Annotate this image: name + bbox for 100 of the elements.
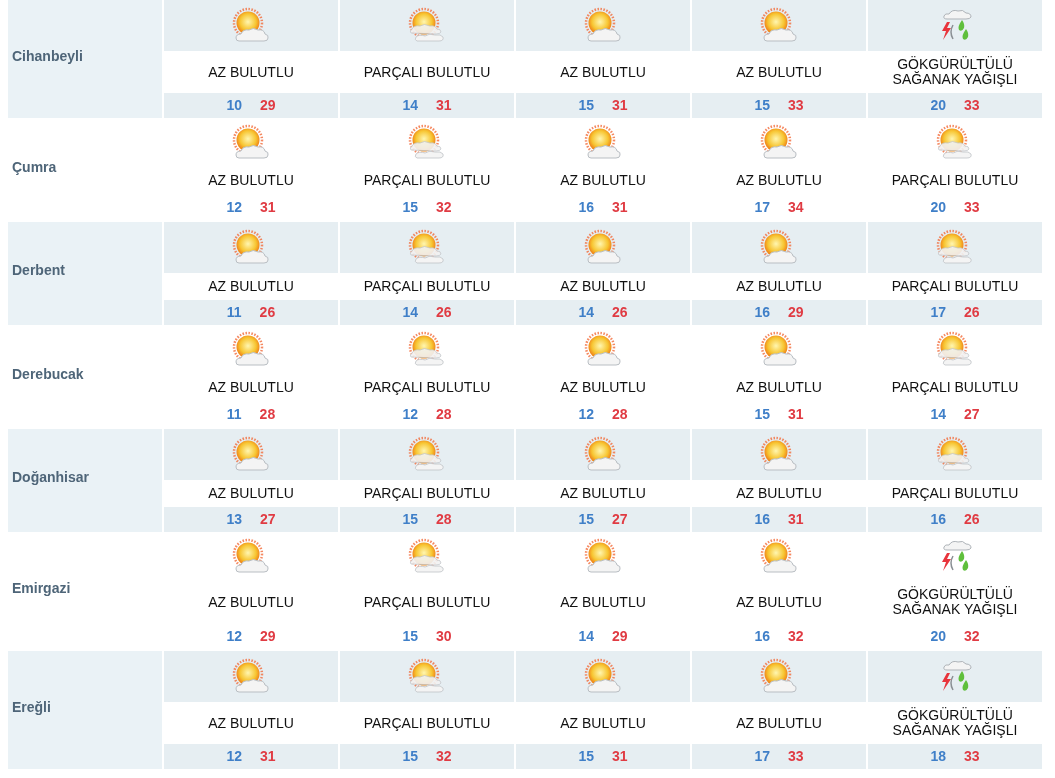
- low-temperature: 15: [402, 747, 418, 766]
- partly-cloudy-icon: [407, 124, 447, 162]
- condition-text: AZ BULUTLU: [208, 279, 294, 294]
- city-name: Cihanbeyli: [12, 46, 83, 66]
- high-temperature: 31: [260, 198, 276, 217]
- low-temperature: 16: [754, 627, 770, 646]
- condition-text: AZ BULUTLU: [208, 380, 294, 395]
- high-temperature: 33: [964, 96, 980, 115]
- low-temperature: 12: [226, 747, 242, 766]
- high-temperature: 33: [964, 198, 980, 217]
- high-temperature: 31: [788, 510, 804, 529]
- low-temperature: 15: [754, 96, 770, 115]
- high-temperature: 34: [788, 198, 804, 217]
- condition-text: AZ BULUTLU: [560, 64, 646, 80]
- low-temperature: 15: [402, 627, 418, 646]
- sun-cloud-icon: [231, 657, 271, 696]
- partly-cloudy-icon: [407, 228, 447, 267]
- condition-text: GÖKGÜRÜLTÜLÜ SAĞANAK YAĞIŞLI: [891, 57, 1019, 87]
- high-temperature: 31: [612, 747, 628, 766]
- condition-text: AZ BULUTLU: [736, 279, 822, 294]
- condition-text: AZ BULUTLU: [560, 715, 646, 731]
- condition-text: PARÇALI BULUTLU: [891, 380, 1019, 395]
- condition-text: PARÇALI BULUTLU: [363, 594, 491, 610]
- low-temperature: 16: [754, 303, 770, 322]
- partly-cloudy-icon: [935, 435, 975, 474]
- sun-cloud-icon: [231, 435, 271, 474]
- sun-cloud-icon: [231, 228, 271, 267]
- low-temperature: 20: [930, 198, 946, 217]
- sun-cloud-icon: [583, 657, 623, 696]
- low-temperature: 17: [754, 198, 770, 217]
- high-temperature: 26: [259, 303, 276, 322]
- low-temperature: 17: [754, 747, 770, 766]
- city-name: Ereğli: [12, 697, 51, 717]
- partly-cloudy-icon: [935, 331, 975, 369]
- high-temperature: 29: [612, 627, 628, 646]
- low-temperature: 17: [930, 303, 946, 322]
- condition-text: AZ BULUTLU: [560, 380, 646, 395]
- condition-text: PARÇALI BULUTLU: [891, 279, 1019, 294]
- condition-text: PARÇALI BULUTLU: [363, 715, 491, 731]
- condition-text: AZ BULUTLU: [736, 594, 822, 610]
- low-temperature: 11: [226, 405, 242, 424]
- condition-text: PARÇALI BULUTLU: [363, 279, 491, 294]
- high-temperature: 28: [612, 405, 628, 424]
- low-temperature: 16: [754, 510, 770, 529]
- condition-text: AZ BULUTLU: [208, 715, 294, 731]
- condition-text: PARÇALI BULUTLU: [891, 486, 1019, 501]
- low-temperature: 15: [578, 747, 594, 766]
- low-temperature: 14: [402, 96, 418, 115]
- city-name: Emirgazi: [12, 579, 71, 598]
- partly-cloudy-icon: [407, 6, 447, 45]
- partly-cloudy-icon: [935, 228, 975, 267]
- condition-text: AZ BULUTLU: [736, 486, 822, 501]
- high-temperature: 27: [964, 405, 980, 424]
- condition-text: PARÇALI BULUTLU: [363, 64, 491, 80]
- high-temperature: 30: [436, 627, 452, 646]
- high-temperature: 32: [964, 627, 980, 646]
- sun-cloud-icon: [583, 538, 623, 576]
- sun-cloud-icon: [759, 331, 799, 369]
- partly-cloudy-icon: [407, 657, 447, 696]
- sun-cloud-icon: [231, 6, 271, 45]
- high-temperature: 29: [260, 96, 276, 115]
- condition-text: GÖKGÜRÜLTÜLÜ SAĞANAK YAĞIŞLI: [891, 708, 1019, 738]
- condition-text: AZ BULUTLU: [560, 173, 646, 188]
- high-temperature: 31: [612, 96, 628, 115]
- condition-text: AZ BULUTLU: [208, 64, 294, 80]
- condition-text: PARÇALI BULUTLU: [363, 380, 491, 395]
- high-temperature: 31: [436, 96, 452, 115]
- high-temperature: 29: [260, 627, 276, 646]
- low-temperature: 14: [578, 627, 594, 646]
- high-temperature: 32: [788, 627, 804, 646]
- low-temperature: 12: [578, 405, 594, 424]
- high-temperature: 31: [260, 747, 276, 766]
- sun-cloud-icon: [583, 435, 623, 474]
- condition-text: AZ BULUTLU: [560, 486, 646, 501]
- low-temperature: 15: [402, 510, 418, 529]
- sun-cloud-icon: [759, 435, 799, 474]
- low-temperature: 14: [578, 303, 594, 322]
- low-temperature: 15: [578, 96, 594, 115]
- high-temperature: 26: [964, 303, 980, 322]
- sun-cloud-icon: [231, 538, 271, 576]
- sun-cloud-icon: [759, 538, 799, 576]
- condition-text: AZ BULUTLU: [208, 486, 294, 501]
- high-temperature: 29: [788, 303, 804, 322]
- high-temperature: 33: [788, 96, 804, 115]
- low-temperature: 13: [226, 510, 242, 529]
- high-temperature: 27: [612, 510, 628, 529]
- low-temperature: 16: [930, 510, 946, 529]
- high-temperature: 31: [612, 198, 628, 217]
- high-temperature: 32: [436, 198, 452, 217]
- sun-cloud-icon: [231, 124, 271, 162]
- low-temperature: 20: [930, 627, 946, 646]
- city-name: Derbent: [12, 261, 65, 280]
- low-temperature: 20: [930, 96, 946, 115]
- high-temperature: 28: [436, 510, 452, 529]
- condition-text: AZ BULUTLU: [736, 380, 822, 395]
- low-temperature: 14: [402, 303, 418, 322]
- high-temperature: 26: [436, 303, 452, 322]
- partly-cloudy-icon: [407, 538, 447, 576]
- low-temperature: 15: [578, 510, 594, 529]
- sun-cloud-icon: [583, 6, 623, 45]
